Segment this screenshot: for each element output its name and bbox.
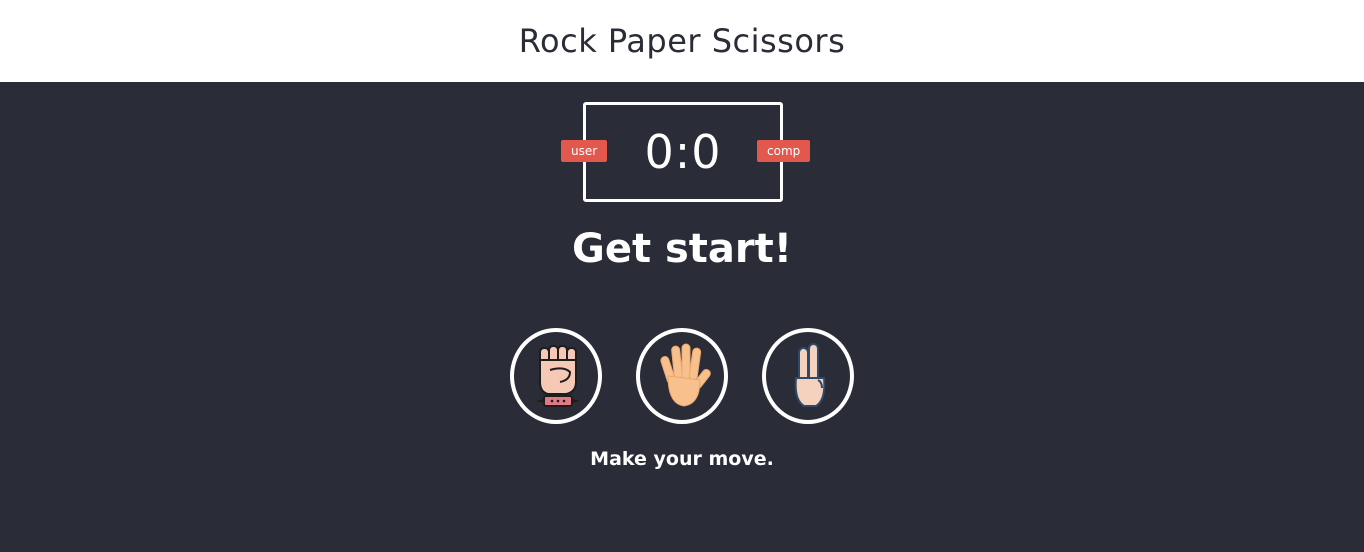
action-message: Make your move.	[590, 448, 774, 470]
fist-icon	[536, 345, 580, 407]
user-badge: user	[561, 140, 608, 162]
score-value: 0:0	[644, 125, 722, 179]
open-hand-icon	[660, 343, 711, 407]
two-fingers-icon	[794, 343, 826, 407]
paper-button[interactable]	[636, 328, 728, 424]
comp-badge: comp	[757, 140, 811, 162]
score-board: 0:0	[583, 102, 783, 202]
result-message: Get start!	[571, 226, 793, 272]
scissors-button[interactable]	[762, 328, 854, 424]
page-title: Rock Paper Scissors	[518, 22, 846, 60]
rock-button[interactable]	[510, 328, 602, 424]
page-header: Rock Paper Scissors	[0, 0, 1364, 82]
choices-row	[0, 328, 1364, 424]
